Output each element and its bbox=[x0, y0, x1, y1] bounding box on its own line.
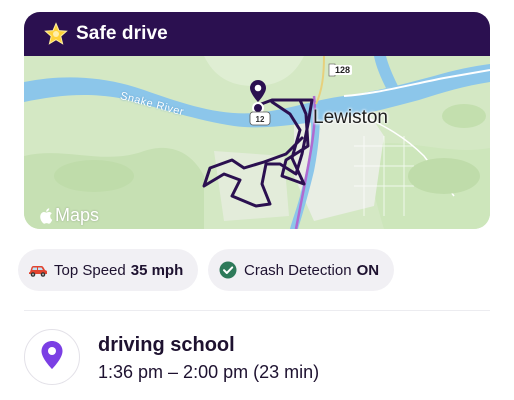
drive-map[interactable]: 12 Snake River Lewiston 128 Maps bbox=[24, 56, 490, 229]
place-time-range: 1:36 pm – 2:00 pm (23 min) bbox=[98, 362, 320, 382]
apple-icon bbox=[38, 207, 53, 224]
top-speed-label: Top Speed bbox=[54, 261, 126, 279]
card-title: Safe drive bbox=[76, 23, 168, 44]
place-name: driving school bbox=[98, 334, 235, 356]
place-avatar bbox=[24, 329, 80, 385]
route-number-label: 128 bbox=[333, 65, 353, 75]
card-header: Safe drive bbox=[24, 12, 490, 56]
car-icon bbox=[28, 260, 48, 280]
safe-drive-card[interactable]: Safe drive 12 Snake River Lewiston 128 M… bbox=[24, 12, 490, 229]
maps-logo-text: Maps bbox=[55, 205, 100, 225]
apple-maps-logo: Maps bbox=[38, 205, 99, 226]
city-label: Lewiston bbox=[313, 107, 388, 128]
svg-text:12: 12 bbox=[256, 115, 265, 124]
crash-detection-label: Crash Detection bbox=[244, 261, 352, 279]
crash-detection-value: ON bbox=[356, 261, 380, 279]
check-circle-icon bbox=[218, 260, 238, 280]
star-icon bbox=[44, 22, 68, 46]
divider bbox=[24, 310, 490, 311]
top-speed-value: 35 mph bbox=[130, 261, 184, 279]
crash-detection-chip[interactable]: Crash Detection ON bbox=[208, 249, 394, 291]
location-pin-icon bbox=[40, 340, 64, 375]
top-speed-chip[interactable]: Top Speed 35 mph bbox=[18, 249, 198, 291]
